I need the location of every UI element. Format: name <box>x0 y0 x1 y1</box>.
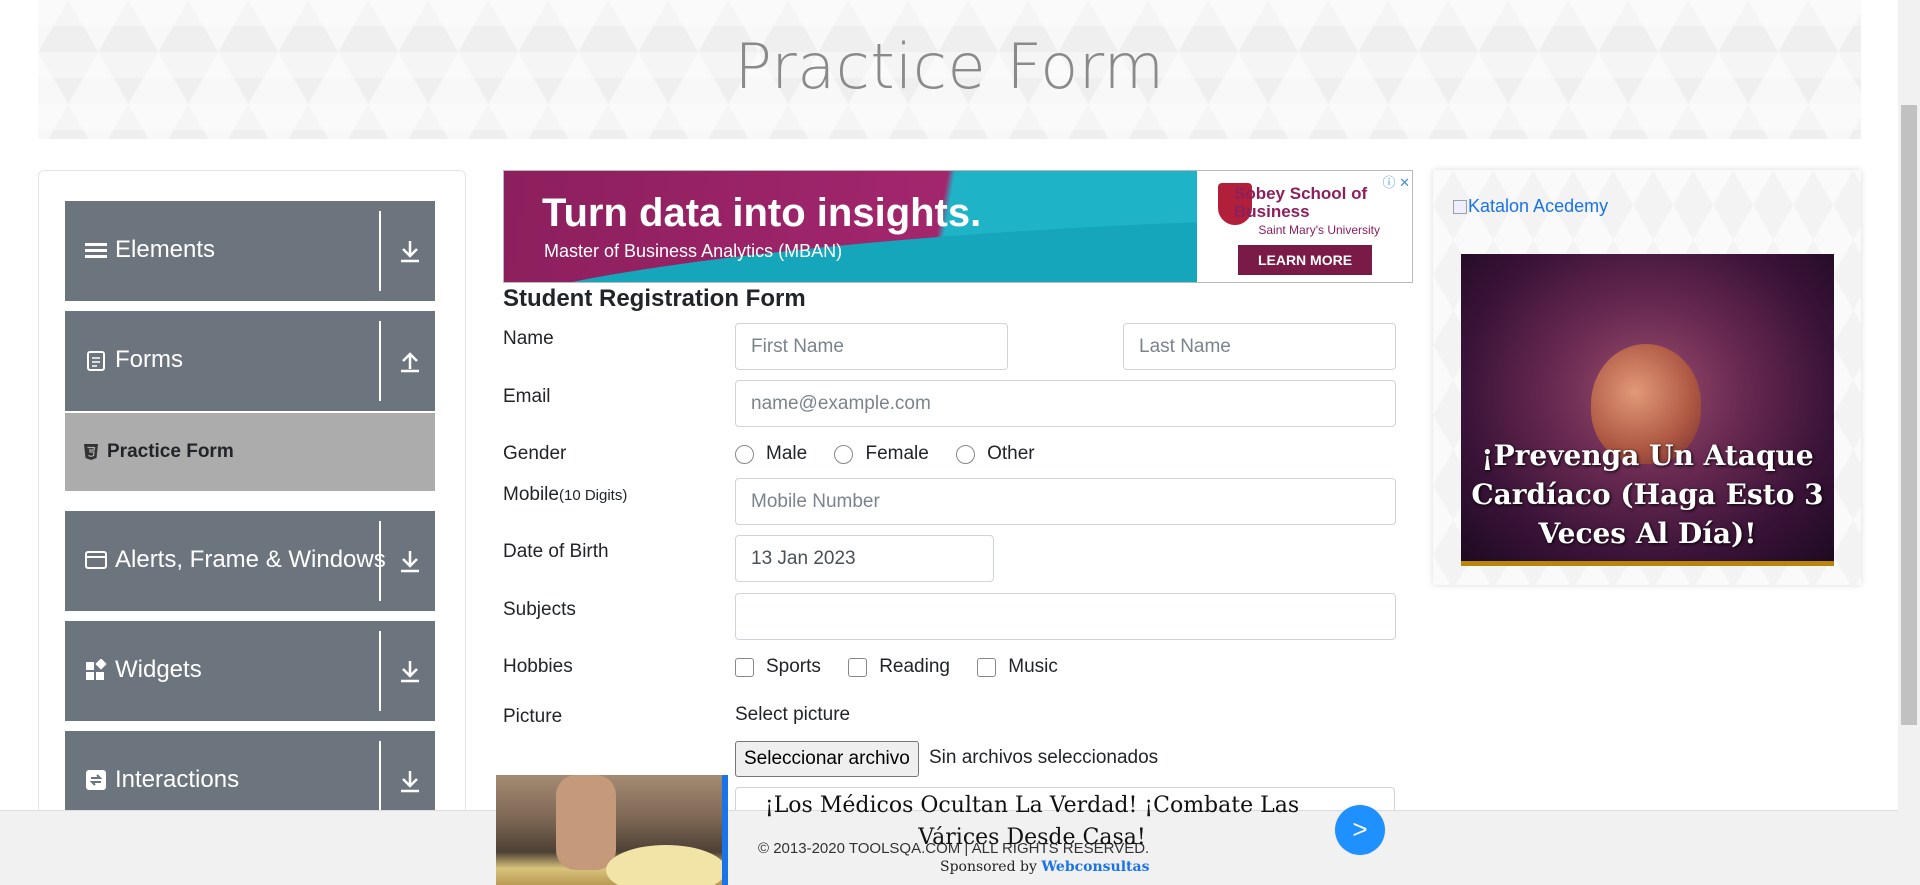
gender-label: Gender <box>503 443 567 464</box>
sidebar-group-forms[interactable]: Forms <box>65 311 435 411</box>
widgets-icon <box>86 659 107 680</box>
ad-headline: Turn data into insights. <box>542 191 982 235</box>
download-arrow-icon[interactable] <box>398 548 422 574</box>
divider <box>379 321 381 401</box>
hobby-reading-option[interactable]: Reading <box>848 656 950 678</box>
download-arrow-icon[interactable] <box>398 658 422 684</box>
ad-close-icon[interactable]: ⓘ ✕ <box>1382 172 1410 191</box>
hobbies-label: Hobbies <box>503 656 573 677</box>
page-banner: Practice Form <box>38 0 1861 139</box>
katalon-ad-link[interactable]: Katalon Acedemy <box>1453 196 1608 217</box>
hobby-option-label: Music <box>1008 656 1058 677</box>
scrollbar-thumb[interactable] <box>1901 105 1917 725</box>
heart-ad-headline: ¡Prevenga Un Ataque Cardíaco (Haga Esto … <box>1471 439 1824 550</box>
hobbies-checkbox-group: Sports Reading Music <box>735 656 1080 683</box>
file-status-text: Sin archivos seleccionados <box>929 747 1159 768</box>
sidebar-group-label: Interactions <box>115 766 240 793</box>
ad-school-name: Sobey School of Business <box>1234 184 1368 221</box>
subjects-label: Subjects <box>503 599 576 620</box>
ad-photo-basin <box>606 845 722 885</box>
gender-option-label: Male <box>766 443 808 464</box>
side-ad: Katalon Acedemy ¡Prevenga Un Ataque Card… <box>1433 170 1861 585</box>
top-ad-banner[interactable]: Turn data into insights. Master of Busin… <box>503 170 1413 283</box>
document-icon <box>87 351 105 371</box>
upload-arrow-icon[interactable] <box>398 348 422 374</box>
sidebar-group-widgets[interactable]: Widgets <box>65 621 435 721</box>
sidebar-group-label: Alerts, Frame & Windows <box>115 546 386 573</box>
window-icon <box>85 551 107 569</box>
dob-label: Date of Birth <box>503 541 609 562</box>
gender-female-option[interactable]: Female <box>834 443 929 465</box>
menu-icon <box>85 243 107 258</box>
ad-photo-leg <box>556 775 616 870</box>
sidebar-group-label: Widgets <box>115 656 202 683</box>
last-name-input[interactable] <box>1123 323 1396 370</box>
divider <box>379 631 381 711</box>
bottom-ad-go-button[interactable]: > <box>1335 805 1385 855</box>
select-picture-label: Select picture <box>735 704 851 725</box>
sidebar-item-label: Practice Form <box>107 441 234 462</box>
mobile-label: Mobile(10 Digits) <box>503 484 627 506</box>
interactions-icon <box>86 770 106 790</box>
mobile-input[interactable] <box>735 478 1396 525</box>
divider <box>379 211 381 291</box>
gender-other-option[interactable]: Other <box>956 443 1035 465</box>
ad-subline: Master of Business Analytics (MBAN) <box>544 241 843 261</box>
gender-option-label: Other <box>987 443 1035 464</box>
mobile-hint: (10 Digits) <box>558 487 628 504</box>
sidebar-item-practice-form[interactable]: Practice Form <box>65 413 435 491</box>
gender-radio-group: Male Female Other <box>735 443 1057 470</box>
sidebar-group-alerts[interactable]: Alerts, Frame & Windows <box>65 511 435 611</box>
hobby-sports-option[interactable]: Sports <box>735 656 821 678</box>
ad-sponsor-box: Sobey School of Business Saint Mary's Un… <box>1197 171 1412 282</box>
form-title: Student Registration Form <box>503 285 806 312</box>
divider <box>379 521 381 601</box>
ad-university-name: Saint Mary's University <box>1258 223 1380 237</box>
page-title: Practice Form <box>734 30 1165 103</box>
sidebar: Elements Forms Practice Form Alerts, Fra… <box>38 170 466 831</box>
sponsored-prefix: Sponsored by <box>940 859 1037 875</box>
radio-button[interactable] <box>956 444 976 464</box>
katalon-link-text: Katalon Acedemy <box>1468 196 1609 216</box>
sponsored-by: Sponsored by Webconsultas <box>940 859 1149 875</box>
hobby-music-option[interactable]: Music <box>977 656 1058 678</box>
email-label: Email <box>503 386 551 407</box>
email-input[interactable] <box>735 380 1396 427</box>
sidebar-group-elements[interactable]: Elements <box>65 201 435 301</box>
bottom-ad-accent-bar <box>722 775 728 885</box>
divider <box>379 741 381 821</box>
choose-file-button[interactable]: Seleccionar archivo <box>735 741 919 777</box>
hobby-option-label: Reading <box>879 656 950 677</box>
name-label: Name <box>503 328 554 349</box>
picture-label: Picture <box>503 706 563 727</box>
heart-ad-image[interactable]: ¡Prevenga Un Ataque Cardíaco (Haga Esto … <box>1461 254 1834 566</box>
gender-option-label: Female <box>865 443 929 464</box>
bottom-ad-image[interactable] <box>496 775 722 885</box>
hobby-option-label: Sports <box>766 656 821 677</box>
date-of-birth-input[interactable] <box>735 535 994 582</box>
page-scrollbar[interactable] <box>1898 0 1920 885</box>
html5-icon <box>84 444 98 460</box>
mobile-label-text: Mobile <box>503 484 559 505</box>
checkbox[interactable] <box>735 657 754 677</box>
gender-male-option[interactable]: Male <box>735 443 807 465</box>
checkbox[interactable] <box>977 657 997 677</box>
checkbox[interactable] <box>848 657 868 677</box>
learn-more-button[interactable]: LEARN MORE <box>1238 245 1372 275</box>
sidebar-group-label: Forms <box>115 346 183 373</box>
download-arrow-icon[interactable] <box>398 768 422 794</box>
sidebar-group-label: Elements <box>115 236 216 263</box>
subjects-input[interactable] <box>735 593 1396 640</box>
bottom-ad-headline[interactable]: ¡Los Médicos Ocultan La Verdad! ¡Combate… <box>742 790 1322 854</box>
radio-button[interactable] <box>834 444 854 464</box>
broken-image-icon <box>1453 200 1467 214</box>
radio-button[interactable] <box>735 444 754 464</box>
first-name-input[interactable] <box>735 323 1008 370</box>
sponsor-name[interactable]: Webconsultas <box>1041 859 1149 875</box>
download-arrow-icon[interactable] <box>398 238 422 264</box>
